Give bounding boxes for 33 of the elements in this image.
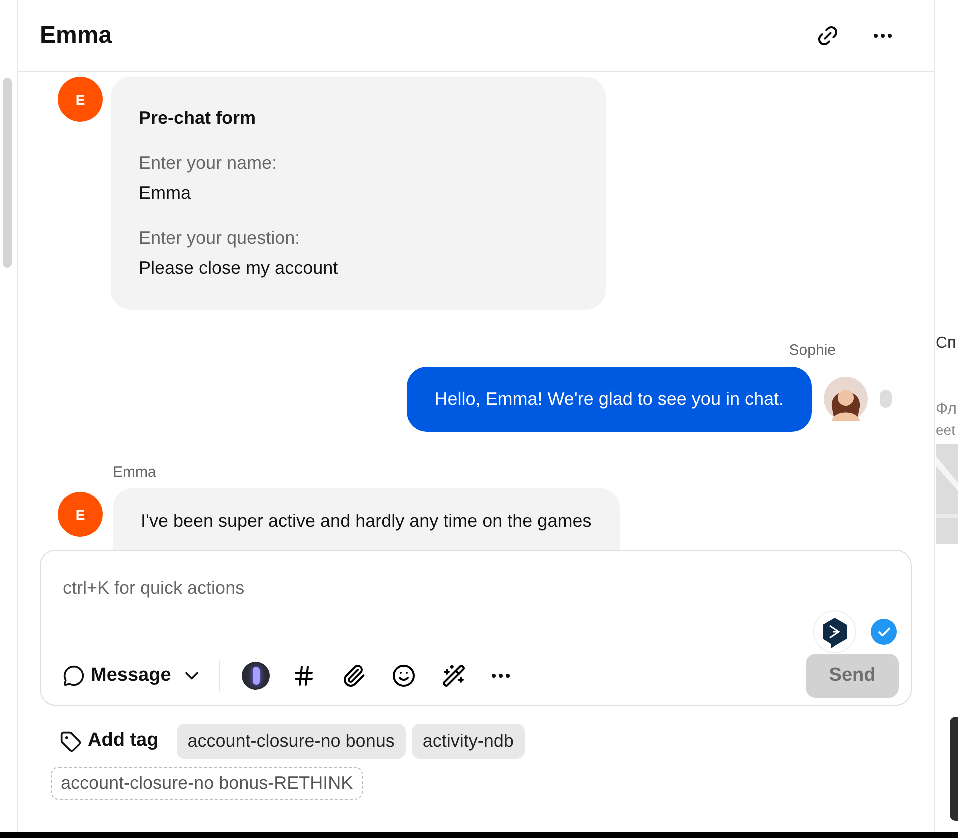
chat-bubble-icon [63, 665, 85, 687]
side-text: Сп [936, 336, 958, 352]
check-icon [871, 619, 897, 645]
scrollbar-thumb[interactable] [3, 78, 12, 268]
emoji-button[interactable] [392, 664, 416, 688]
side-text: eet [936, 421, 956, 440]
ai-button[interactable] [242, 662, 270, 690]
tag[interactable]: activity-ndb [412, 724, 525, 759]
chat-title: Emma [40, 20, 114, 50]
suggested-tag[interactable]: account-closure-no bonus-RETHINK [51, 767, 364, 800]
magic-wand-button[interactable] [442, 664, 466, 688]
field-value: Please close my account [139, 257, 340, 280]
message-bubble: I've been super active and hardly any time on the games [113, 488, 620, 550]
author-name: Emma [113, 462, 158, 482]
form-title: Pre-chat form [139, 107, 258, 130]
tag-icon [60, 730, 82, 752]
field-label: Enter your name: [139, 152, 278, 175]
avatar [824, 377, 868, 421]
more-icon [874, 34, 892, 38]
avatar: E [58, 77, 103, 122]
author-name: Sophie [789, 341, 836, 361]
message-input[interactable]: ctrl+K for quick actions [63, 575, 889, 602]
translate-logo-icon[interactable] [813, 610, 857, 654]
tag[interactable]: account-closure-no bonus [176, 724, 406, 759]
field-value: Emma [139, 182, 192, 205]
side-text: Фл [936, 400, 958, 420]
more-icon [492, 674, 510, 678]
attach-button[interactable] [342, 664, 366, 688]
field-label: Enter your question: [139, 227, 302, 250]
mode-dropdown[interactable]: Message [63, 660, 220, 692]
avatar: E [58, 492, 103, 537]
add-tag-button[interactable]: Add tag [60, 727, 159, 756]
message-bubble: Hello, Emma! We're glad to see you in chat. [406, 366, 812, 432]
